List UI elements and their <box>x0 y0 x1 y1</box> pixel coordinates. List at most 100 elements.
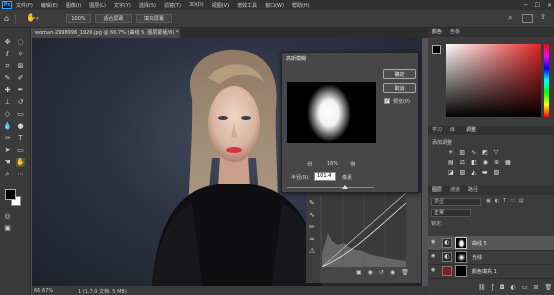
eyedropper-black-icon[interactable]: ✎ <box>309 199 315 207</box>
menu-filter[interactable]: 滤镜(T) <box>164 2 181 9</box>
history-brush-icon[interactable]: ↺ <box>16 98 25 107</box>
gradient-tool-icon[interactable]: ▭ <box>16 110 25 119</box>
marquee-tool-icon[interactable]: ◌ <box>16 38 25 47</box>
posterize-icon[interactable]: ▧ <box>460 169 466 176</box>
menu-file[interactable]: 文件(F) <box>16 2 33 9</box>
menu-view[interactable]: 视图(V) <box>212 2 229 9</box>
gradient-map-icon[interactable]: ▬ <box>482 169 488 176</box>
smart-filter-icon[interactable]: ▤ <box>519 198 524 204</box>
dodge-tool-icon[interactable]: ● <box>16 122 25 131</box>
pencil-icon[interactable]: ✏ <box>309 223 315 231</box>
share-icon[interactable]: ⇪ <box>540 13 546 21</box>
fill-screen-button[interactable]: 填充屏幕 <box>136 14 172 23</box>
curves-icon[interactable]: ∿ <box>471 149 476 156</box>
tab-channels[interactable]: 通道 <box>450 186 460 195</box>
move-tool-icon[interactable]: ✥ <box>3 38 12 47</box>
hue-saturation-icon[interactable]: ▤ <box>448 159 454 166</box>
tab-libraries[interactable]: 库 <box>450 126 455 135</box>
layer-name[interactable]: 颜色填充 1 <box>472 268 497 275</box>
zoom-100-button[interactable]: 100% <box>66 14 91 23</box>
radius-input[interactable]: 101.4 <box>314 172 336 181</box>
view-previous-icon[interactable]: ◉ <box>368 269 373 276</box>
threshold-icon[interactable]: ◭ <box>471 169 476 176</box>
clone-stamp-icon[interactable]: ⊥ <box>3 98 12 107</box>
layer-mask-thumbnail[interactable] <box>455 237 467 249</box>
eye-icon[interactable]: ◉ <box>431 268 437 273</box>
preview-checkbox[interactable]: ✓ <box>384 98 390 104</box>
color-lookup-icon[interactable]: ▦ <box>505 159 511 166</box>
vibrance-icon[interactable]: ▽ <box>494 149 499 156</box>
type-tool-icon[interactable]: T <box>16 134 25 143</box>
type-filter-icon[interactable]: T <box>503 198 506 204</box>
zoom-tool-icon[interactable]: ⌕ <box>3 170 12 179</box>
healing-brush-icon[interactable]: ✚ <box>3 86 12 95</box>
more-tools-icon[interactable]: ⋯ <box>16 170 25 179</box>
foreground-color-swatch[interactable] <box>5 189 16 200</box>
reset-icon[interactable]: ↺ <box>379 269 384 276</box>
menu-layer[interactable]: 图层(L) <box>89 2 106 9</box>
tab-adjustments[interactable]: 调整 <box>466 126 476 135</box>
home-icon[interactable]: ⌂ <box>4 14 9 23</box>
shape-tool-icon[interactable]: ▭ <box>16 146 25 155</box>
radius-slider-track[interactable] <box>287 187 374 188</box>
zoom-out-icon[interactable]: ⊖ <box>307 160 313 168</box>
layer-name[interactable]: 曲线 5 <box>472 240 487 247</box>
new-adjustment-icon[interactable]: ◐ <box>511 284 516 291</box>
workspace-icon[interactable] <box>522 14 533 23</box>
fill-color-thumbnail[interactable] <box>442 266 452 276</box>
tab-learn[interactable]: 学习 <box>432 126 442 135</box>
menu-window[interactable]: 窗口(W) <box>265 2 284 9</box>
blur-preview[interactable] <box>287 82 376 143</box>
tab-swatches[interactable]: 色板 <box>450 28 460 37</box>
minimize-icon[interactable]: ─ <box>524 2 528 9</box>
menu-edit[interactable]: 编辑(E) <box>41 2 58 9</box>
menu-plugins[interactable]: 增效工具 <box>237 2 257 9</box>
smooth-icon[interactable]: ≈ <box>309 235 315 243</box>
layer-filter-input[interactable]: 类型 <box>431 198 481 206</box>
selective-color-icon[interactable]: ▨ <box>494 169 500 176</box>
adjustment-filter-icon[interactable]: ◐ <box>495 198 499 204</box>
color-field[interactable] <box>446 44 541 117</box>
crop-tool-icon[interactable]: ⌗ <box>3 62 12 71</box>
blend-mode-select[interactable]: 正常 <box>431 209 471 217</box>
magic-wand-icon[interactable]: ✧ <box>16 50 25 59</box>
layer-mask-thumbnail[interactable] <box>455 265 467 277</box>
shape-filter-icon[interactable]: ▭ <box>510 198 515 204</box>
ok-button[interactable]: 确定 <box>383 69 416 79</box>
fx-icon[interactable]: ƒ <box>492 284 494 291</box>
new-group-icon[interactable]: ▭ <box>522 284 528 291</box>
photo-filter-icon[interactable]: ◉ <box>483 159 488 166</box>
curve-edit-icon[interactable]: ∿ <box>309 211 315 219</box>
clip-to-layer-icon[interactable]: ▣ <box>356 269 362 276</box>
ruler-icon[interactable]: ✐ <box>16 74 25 83</box>
tab-layers[interactable]: 图层 <box>432 186 442 195</box>
layer-mask-thumbnail[interactable] <box>455 251 467 263</box>
color-fg-swatch[interactable] <box>432 45 441 54</box>
zoom-in-icon[interactable]: ⊕ <box>350 160 356 168</box>
hand-tool-icon[interactable]: ✋ <box>26 13 36 22</box>
eraser-icon[interactable]: ◇ <box>3 110 12 119</box>
search-icon[interactable]: ⌕ <box>508 13 512 23</box>
lasso-tool-icon[interactable]: ℓ <box>3 50 12 59</box>
menu-help[interactable]: 帮助(H) <box>292 2 310 9</box>
tab-color[interactable]: 颜色 <box>432 28 442 37</box>
brightness-icon[interactable]: ☀ <box>448 149 453 156</box>
menu-type[interactable]: 文字(Y) <box>114 2 131 9</box>
exposure-icon[interactable]: ◩ <box>482 149 488 156</box>
add-mask-icon[interactable]: ◘ <box>500 284 505 291</box>
black-white-icon[interactable]: ◧ <box>471 159 477 166</box>
layer-row-light[interactable]: ◉ ◐ 光线 <box>428 250 554 265</box>
menu-3d[interactable]: 3D(D) <box>189 2 204 8</box>
pen-tool-icon[interactable]: ✑ <box>3 134 12 143</box>
tab-paths[interactable]: 路径 <box>468 186 478 195</box>
warning-icon[interactable]: ⚠ <box>309 247 315 255</box>
quick-mask-icon[interactable]: ◎ <box>3 212 12 221</box>
color-balance-icon[interactable]: ⚖ <box>460 159 465 166</box>
delete-icon[interactable]: 🗑 <box>401 269 409 276</box>
link-icon[interactable]: ⛓ <box>478 284 486 291</box>
layer-row-curves[interactable]: ◉ ◐ 曲线 5 <box>428 236 554 251</box>
eye-icon[interactable]: ◉ <box>431 240 437 245</box>
eyedropper-icon[interactable]: ✎ <box>3 74 12 83</box>
menu-image[interactable]: 图像(I) <box>66 2 81 9</box>
layer-name[interactable]: 光线 <box>472 254 482 261</box>
